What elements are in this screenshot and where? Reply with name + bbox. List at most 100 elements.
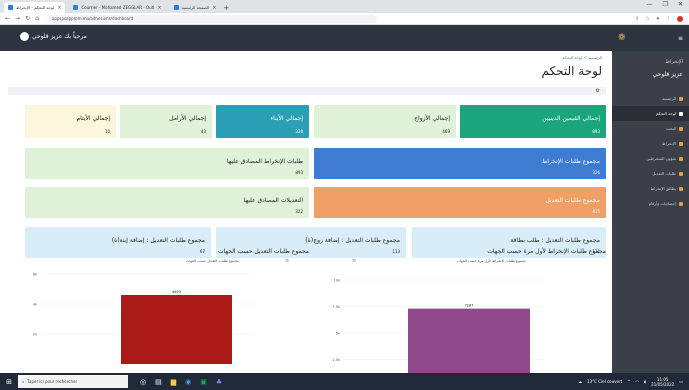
clock[interactable]: 11:05 21/05/2022 (651, 377, 674, 387)
widgets-icon[interactable]: ▤ (155, 378, 162, 386)
card-modifications-approved[interactable]: التعديلات المصادق عليها 322 (25, 187, 309, 218)
card-registration-requests[interactable]: مجموع طلبات الإنخراط 326 (314, 148, 606, 179)
sidebar-item-search[interactable]: البحث (612, 121, 689, 136)
excel-icon[interactable]: ▣ (200, 378, 207, 386)
chart-subtitle: مجموع طلبات الإنخراط لأول مرة حسب الجهات (456, 259, 526, 263)
bookmark-icon[interactable]: ☆ (645, 16, 649, 22)
close-icon[interactable]: × (212, 5, 216, 11)
card-label: مجموع طلبات التعديل : إضافة إبنة(ة) (111, 237, 205, 244)
sidebar: ❁ ≡ الإنخراط عزيز قلوحي الرئيسية لوحة ال… (612, 25, 689, 373)
close-window-icon[interactable]: ✕ (678, 1, 683, 8)
edit-icon (679, 171, 683, 176)
card-value: 43 (200, 129, 206, 134)
y-tick-label: 2k (33, 333, 38, 337)
chart-menu-icon[interactable]: ≡ (352, 258, 356, 264)
card-value: 415 (592, 209, 600, 214)
tab-title: Courrier - Mohamed ZEGGLAR - Outl (81, 5, 155, 10)
card-orphans[interactable]: إجمالي الأيتام 10 (25, 105, 116, 138)
maximize-icon[interactable]: ❐ (663, 1, 668, 8)
chart-registrations: مجموع طلبات الإنخراط لأول مرة حسب الجهات… (314, 248, 606, 373)
card-label: إجمالي القيمين الدينيين (542, 115, 600, 122)
teams-icon[interactable]: ♣ (216, 378, 222, 386)
tab-title: الصفحة الرئيسية (181, 5, 210, 10)
y-tick-label: 2.5k (332, 358, 341, 362)
home-icon (679, 96, 683, 101)
share-icon[interactable]: ⇪ (635, 16, 639, 22)
volume-icon[interactable]: ◖ (644, 379, 646, 384)
dashboard-icon (679, 111, 683, 116)
card-modification-requests[interactable]: مجموع طلبات التعديل 415 (314, 187, 606, 218)
taskbar: ⊞ ⌕ Taper ici pour rechercher ◎ ▤ ▆ ◉ ▣ … (0, 373, 689, 390)
notifications-icon[interactable]: ▭ (679, 379, 683, 384)
close-icon[interactable]: × (157, 5, 161, 11)
welcome-text: مرحباً بك عزيز قلوحي (32, 33, 87, 40)
network-icon[interactable]: ◠ (636, 379, 640, 384)
card-label: إجمالي الأزواج (414, 115, 450, 122)
home-icon[interactable]: ⌂ (35, 15, 39, 22)
chart-subtitle: مجموع طلبات التعديل حسب الجهات (185, 259, 239, 263)
extension-icon[interactable]: ✦ (656, 16, 660, 22)
card-label: إجمالي الأرامل (169, 115, 206, 122)
sidebar-item-statistics[interactable]: إحصائيات وأرقام (612, 196, 689, 211)
browser-tab[interactable]: لوحة التحكم - الإنخراط × (4, 2, 66, 13)
browser-toolbar: ⇪ ☆ ✦ ⋮ (635, 15, 683, 22)
hamburger-icon[interactable]: ≡ (678, 35, 683, 42)
chart-bar[interactable] (408, 308, 530, 373)
sidebar-item-dashboard[interactable]: لوحة التحكم (612, 106, 689, 121)
window-controls: — ❐ ✕ (647, 1, 683, 8)
favicon-icon (173, 5, 179, 10)
statistics-icon (679, 201, 683, 206)
card-label: إجمالي الأبناء (270, 115, 303, 122)
sidebar-item-members[interactable]: شؤون المنخرطين (612, 151, 689, 166)
sidebar-item-home[interactable]: الرئيسية (612, 91, 689, 106)
logo-icon: ❁ (618, 33, 626, 43)
card-children[interactable]: إجمالي الأبناء 328 (216, 105, 309, 138)
favicon-icon (73, 5, 79, 10)
card-label: إجمالي الأيتام (76, 115, 110, 122)
sidebar-item-modifications[interactable]: طلبات التعديل (612, 166, 689, 181)
sidebar-item-label: لوحة التحكم (655, 111, 676, 116)
sidebar-item-cards[interactable]: بطائق الإنخراط (612, 181, 689, 196)
browser-icon[interactable]: ◉ (185, 378, 191, 386)
forward-icon[interactable]: → (15, 15, 20, 22)
reload-icon[interactable]: ↻ (25, 15, 30, 22)
sidebar-item-registration[interactable]: الإنخراط (612, 136, 689, 151)
card-religious[interactable]: إجمالي القيمين الدينيين 893 (460, 105, 606, 138)
taskbar-search[interactable]: ⌕ Taper ici pour rechercher (18, 375, 128, 388)
card-value: 893 (592, 129, 600, 134)
windows-start-icon[interactable]: ⊞ (0, 378, 18, 386)
browser-tab[interactable]: الصفحة الرئيسية × (170, 2, 221, 13)
search-icon (679, 126, 683, 131)
tray-chevron-icon[interactable]: ^ (627, 379, 630, 384)
file-explorer-icon[interactable]: ▆ (171, 378, 176, 386)
filter-bar: ⚙ (8, 87, 606, 95)
menu-icon[interactable]: ⋮ (666, 16, 671, 22)
browser-tab[interactable]: Courrier - Mohamed ZEGGLAR - Outl × (69, 2, 165, 13)
new-tab-button[interactable]: + (223, 4, 229, 12)
url-text: appspsappmm.ma/adhesions/dashboard (51, 16, 134, 21)
breadcrumb: الرئيسية > لوحة التحكم (0, 51, 612, 63)
browser-tab-bar: لوحة التحكم - الإنخراط × Courrier - Moha… (0, 0, 689, 13)
user-welcome[interactable]: مرحباً بك عزيز قلوحي (20, 32, 87, 41)
profile-avatar[interactable] (677, 15, 683, 22)
url-field[interactable]: appspsappmm.ma/adhesions/dashboard (46, 14, 377, 23)
clock-date: 21/05/2022 (651, 381, 675, 387)
sidebar-item-label: بطائق الإنخراط (650, 186, 676, 191)
card-icon (679, 186, 683, 191)
close-icon[interactable]: × (57, 5, 61, 11)
bar-data-label: 4603 (172, 290, 181, 294)
breadcrumb-text[interactable]: الرئيسية > لوحة التحكم (562, 55, 602, 60)
back-icon[interactable]: ← (5, 15, 10, 22)
system-tray: ☁ 13°C Ciel couvert ^ ◠ ◖ 11:05 21/05/20… (578, 377, 683, 387)
chart-bar[interactable] (121, 295, 232, 364)
chart-menu-icon[interactable]: ≡ (285, 258, 289, 264)
card-widows[interactable]: إجمالي الأرامل 43 (120, 105, 212, 138)
card-registration-approved[interactable]: طلبات الإنخراط المصادق عليها 893 (25, 148, 309, 179)
card-spouses[interactable]: إجمالي الأزواج 469 (314, 105, 456, 138)
settings-icon[interactable]: ⚙ (596, 88, 600, 94)
minimize-icon[interactable]: — (647, 1, 653, 8)
y-tick-label: 10k (334, 279, 341, 283)
card-value: 10 (104, 129, 110, 134)
task-view-icon[interactable]: ◎ (140, 378, 146, 386)
card-value: 322 (295, 209, 303, 214)
